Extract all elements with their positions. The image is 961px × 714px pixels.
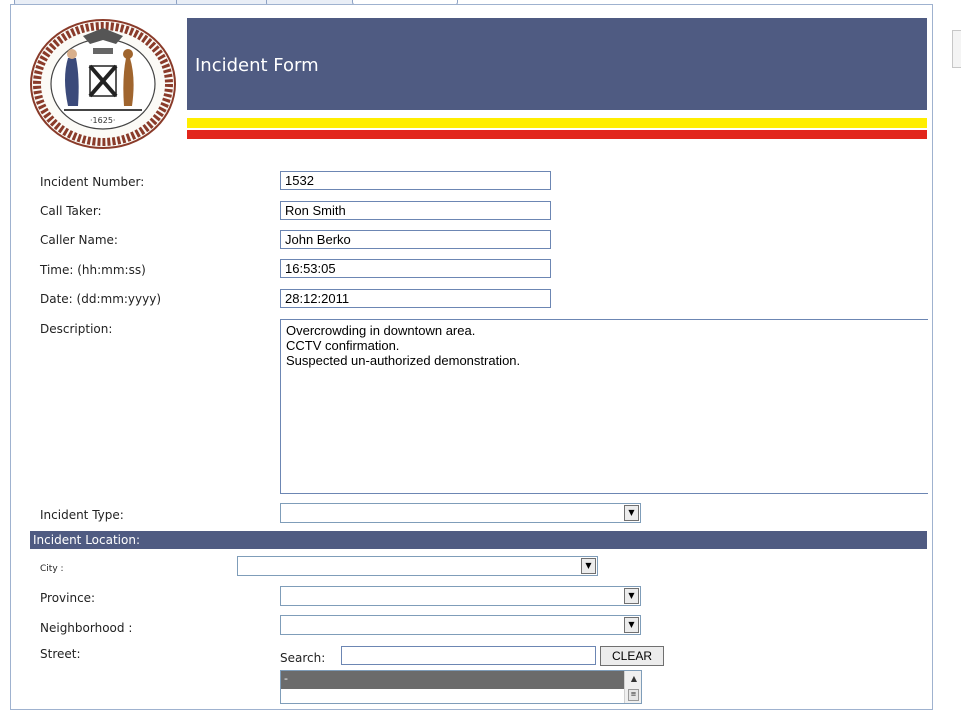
listbox-scrollbar[interactable]: ▲ ≡ [624, 671, 641, 703]
caller-name-label: Caller Name: [40, 233, 118, 247]
scroll-up-icon[interactable]: ▲ [628, 673, 640, 685]
chevron-down-icon[interactable]: ▼ [624, 505, 639, 521]
city-label: City : [40, 564, 64, 574]
description-textarea[interactable]: Overcrowding in downtown area. CCTV conf… [280, 319, 928, 494]
incident-type-label: Incident Type: [40, 508, 124, 522]
clear-button[interactable]: CLEAR [600, 646, 664, 666]
description-label: Description: [40, 322, 113, 336]
province-label: Province: [40, 591, 96, 605]
street-listbox[interactable]: - ▲ ≡ [280, 670, 642, 704]
neighborhood-select[interactable]: ▼ [280, 615, 641, 635]
date-field[interactable]: 28:12:2011 [280, 289, 551, 308]
province-select[interactable]: ▼ [280, 586, 641, 606]
time-label: Time: (hh:mm:ss) [40, 263, 146, 277]
page-title: Incident Form [195, 55, 319, 76]
time-field[interactable]: 16:53:05 [280, 259, 551, 278]
svg-text:·1625·: ·1625· [90, 116, 115, 125]
city-seal-logo: ·1625· [28, 18, 178, 150]
date-label: Date: (dd:mm:yyyy) [40, 292, 162, 306]
street-label: Street: [40, 647, 81, 661]
caller-name-field[interactable]: John Berko [280, 230, 551, 249]
scroll-thumb[interactable]: ≡ [628, 689, 639, 701]
city-select[interactable]: ▼ [237, 556, 598, 576]
incident-location-header: Incident Location: [30, 531, 927, 549]
header-stripe-red [187, 130, 927, 139]
street-search-input[interactable] [341, 646, 596, 665]
street-list-selected-item[interactable]: - [281, 671, 626, 689]
chevron-down-icon[interactable]: ▼ [581, 558, 596, 574]
street-search-label: Search: [280, 651, 326, 665]
call-taker-label: Call Taker: [40, 204, 102, 218]
header-stripe-yellow [187, 118, 927, 128]
incident-number-field[interactable]: 1532 [280, 171, 551, 190]
incident-number-label: Incident Number: [40, 175, 145, 189]
side-panel-edge [952, 30, 961, 68]
neighborhood-label: Neighborhood : [40, 621, 133, 635]
chevron-down-icon[interactable]: ▼ [624, 617, 639, 633]
call-taker-field[interactable]: Ron Smith [280, 201, 551, 220]
chevron-down-icon[interactable]: ▼ [624, 588, 639, 604]
incident-type-select[interactable]: ▼ [280, 503, 641, 523]
